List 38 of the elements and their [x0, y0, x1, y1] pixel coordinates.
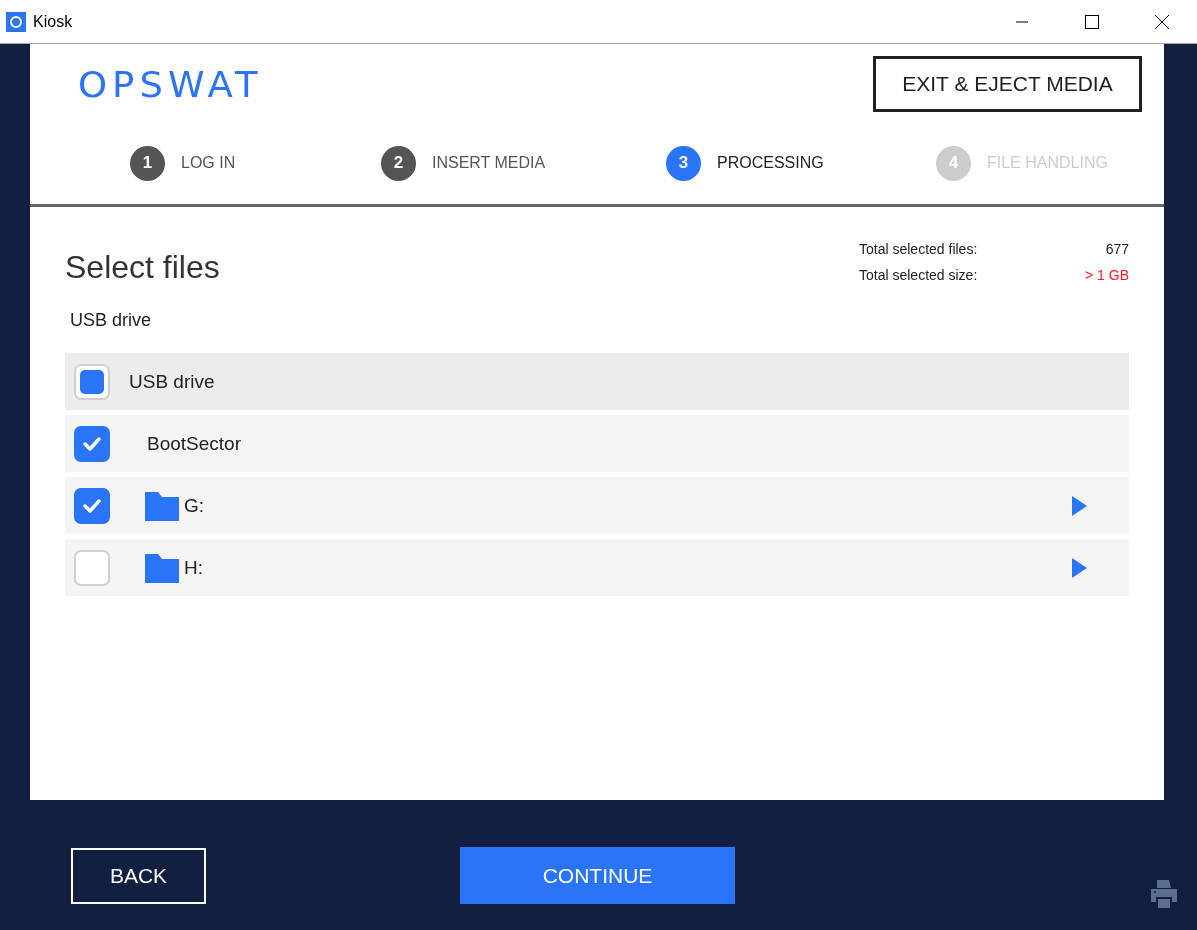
step-label: LOG IN: [181, 154, 236, 172]
expand-icon[interactable]: [1072, 557, 1087, 578]
folder-name: G:: [184, 494, 206, 517]
printer-icon[interactable]: [1151, 880, 1177, 908]
step-label: INSERT MEDIA: [432, 154, 546, 172]
folder-icon: [145, 490, 179, 521]
continue-button[interactable]: CONTINUE: [460, 847, 735, 904]
step-number: 1: [130, 145, 165, 181]
stat-label: Total selected size:: [859, 266, 979, 285]
stat-value: > 1 GB: [1084, 266, 1129, 285]
minimize-icon[interactable]: [1016, 20, 1028, 23]
file-name: BootSector: [147, 432, 241, 455]
maximize-icon[interactable]: [1085, 14, 1099, 29]
exit-eject-button[interactable]: EXIT & EJECT MEDIA: [873, 56, 1142, 112]
tree-root-row[interactable]: USB drive: [65, 353, 1129, 410]
stat-label: Total selected files:: [859, 241, 979, 259]
step-number: 3: [666, 145, 701, 181]
window-title: Kiosk: [33, 12, 74, 31]
page-title: Select files: [65, 249, 220, 286]
tree-row[interactable]: H:: [65, 539, 1129, 596]
checkmark-icon: [82, 497, 102, 514]
checkbox[interactable]: [74, 487, 110, 524]
logo: OPSWAT: [78, 65, 263, 106]
step-number: 2: [381, 145, 416, 181]
close-icon[interactable]: [1155, 14, 1169, 29]
folder-icon: [145, 552, 179, 583]
stat-value: 677: [1104, 241, 1129, 259]
step-label: PROCESSING: [717, 154, 824, 172]
app-icon: [6, 11, 26, 32]
drive-name: USB drive: [129, 370, 215, 393]
expand-icon[interactable]: [1072, 495, 1087, 516]
source-label: USB drive: [70, 310, 153, 331]
folder-name: H:: [184, 556, 204, 579]
tree-row[interactable]: BootSector: [65, 415, 1129, 472]
tree-row[interactable]: G:: [65, 477, 1129, 534]
back-button[interactable]: BACK: [71, 847, 206, 904]
checkmark-icon: [82, 435, 102, 452]
checkbox[interactable]: [74, 425, 110, 462]
